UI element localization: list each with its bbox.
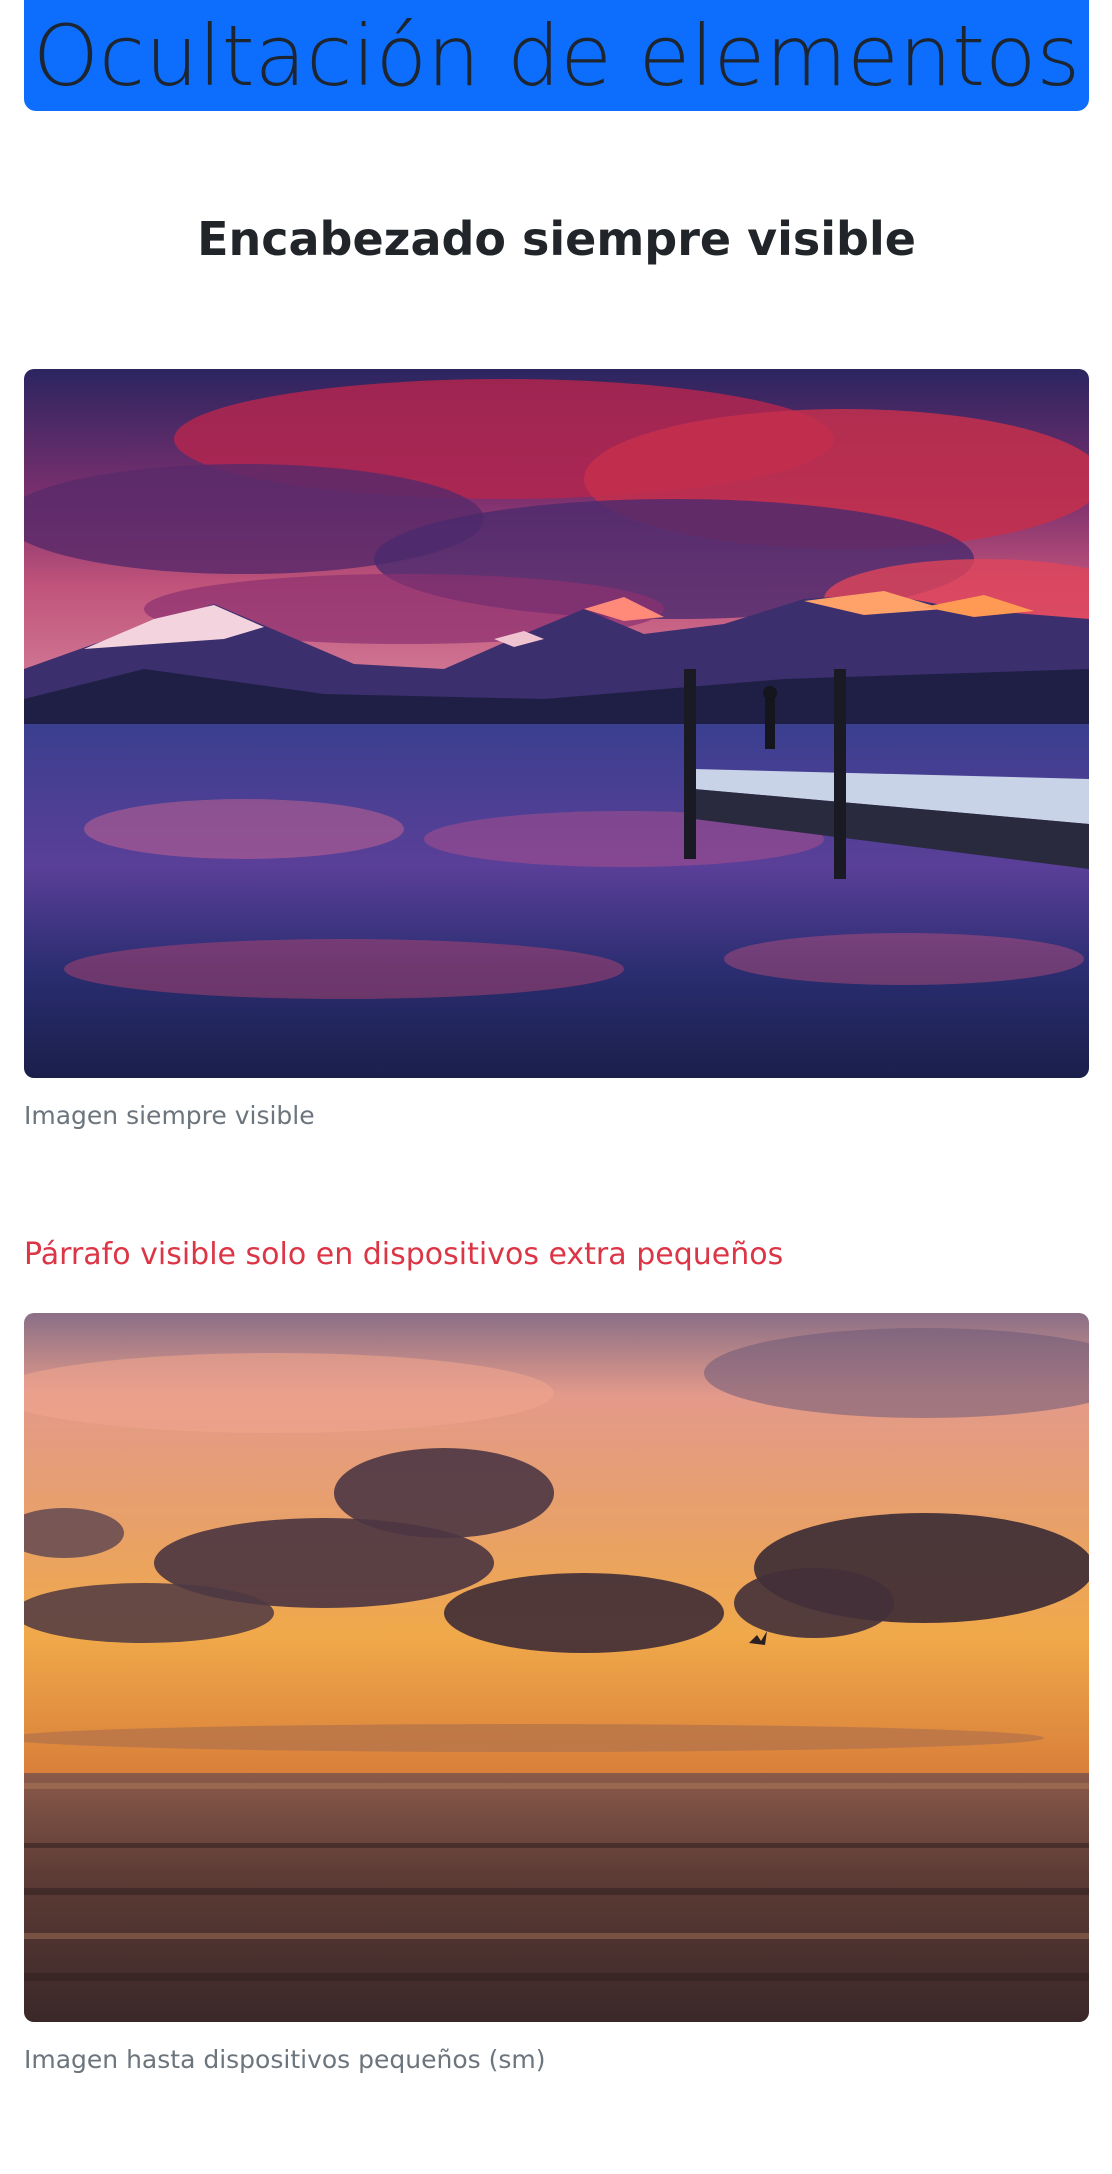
ocean-sunset-illustration [24,1313,1089,2022]
page-banner: Ocultación de elementos [24,0,1089,111]
xs-only-paragraph: Párrafo visible solo en dispositivos ext… [24,1237,784,1272]
mountain-lake-image [24,369,1089,1078]
page: Ocultación de elementos Encabezado siemp… [0,0,1112,2174]
figure1-caption: Imagen siempre visible [24,1101,315,1130]
ocean-sunset-image [24,1313,1089,2022]
page-title: Ocultación de elementos [32,6,1081,105]
mountain-lake-illustration [24,369,1089,1078]
figure2-caption: Imagen hasta dispositivos pequeños (sm) [24,2045,546,2074]
always-visible-heading: Encabezado siempre visible [197,212,916,266]
